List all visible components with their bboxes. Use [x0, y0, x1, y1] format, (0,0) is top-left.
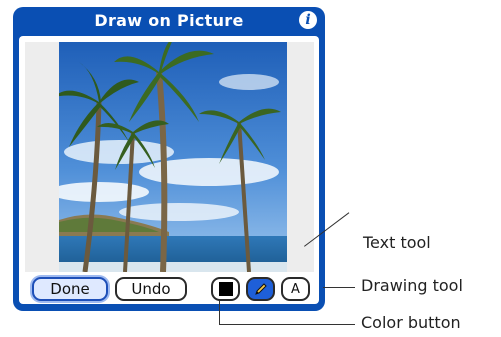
screen: Done Undo A	[19, 36, 319, 304]
palm-window: Draw on Picture i Done Undo A	[13, 7, 325, 311]
drawing-tool-callout-line	[323, 287, 355, 288]
undo-button[interactable]: Undo	[115, 277, 187, 301]
window-title: Draw on Picture	[94, 11, 244, 30]
beach-photo	[59, 42, 287, 272]
text-tool-button[interactable]: A	[281, 277, 310, 301]
title-bar: Draw on Picture i	[13, 7, 325, 34]
drawing-tool-label: Drawing tool	[361, 276, 463, 295]
color-button[interactable]	[211, 277, 240, 301]
color-button-callout-horizontal	[219, 324, 355, 325]
color-button-callout-vertical	[219, 301, 220, 324]
color-swatch	[218, 282, 233, 296]
palm-trees-image	[59, 42, 287, 272]
done-button[interactable]: Done	[32, 277, 108, 301]
info-icon[interactable]: i	[299, 11, 317, 29]
text-tool-label: Text tool	[363, 233, 431, 252]
color-button-label: Color button	[361, 313, 461, 332]
pencil-icon	[254, 283, 267, 295]
drawing-tool-button[interactable]	[246, 277, 275, 301]
picture-canvas[interactable]	[25, 42, 314, 272]
